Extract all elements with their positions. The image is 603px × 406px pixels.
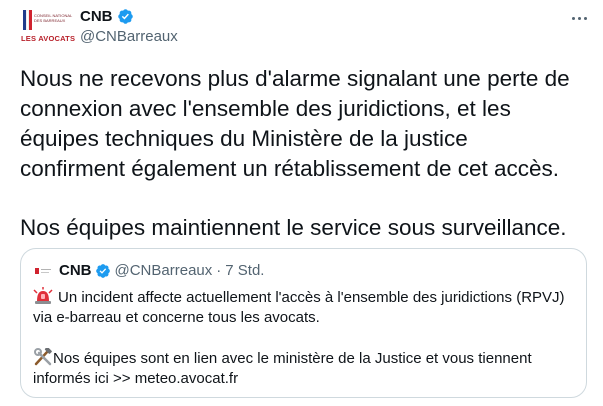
avatar-brand: LES AVOCATS — [21, 34, 76, 43]
quoted-tweet-header: CNB @CNBarreaux · 7 Std. — [33, 262, 264, 279]
quoted-avatar — [33, 264, 53, 278]
quoted-text-line: Un incident affecte actuellement l'accès… — [33, 287, 578, 308]
quoted-timestamp[interactable]: 7 Std. — [225, 262, 264, 279]
tweet-text-line: Nos équipes maintiennent le service sous… — [20, 215, 567, 240]
quoted-tweet[interactable]: CNB @CNBarreaux · 7 Std. Un incident aff… — [20, 248, 587, 398]
avatar[interactable]: CONSEIL NATIONAL DES BARREAUX LES AVOCAT… — [20, 10, 76, 46]
display-name[interactable]: CNB — [80, 8, 113, 25]
rotating-light-icon — [33, 287, 53, 304]
tweet-text-line: Nous ne recevons plus d'alarme signalant… — [20, 66, 570, 91]
separator-dot: · — [216, 262, 222, 279]
quoted-text-line: informés ici >> meteo.avocat.fr — [33, 370, 239, 387]
tweet-text-line: équipes techniques du Ministère de la ju… — [20, 126, 468, 151]
author-handle[interactable]: @CNBarreaux — [80, 28, 178, 45]
more-options-icon[interactable] — [567, 6, 591, 30]
verified-badge-icon — [95, 263, 110, 278]
tweet-text: Nous ne recevons plus d'alarme signalant… — [20, 64, 590, 243]
quoted-text-line: via e-barreau et concerne tous les avoca… — [33, 309, 320, 326]
avatar-org-text: CONSEIL NATIONAL DES BARREAUX — [34, 13, 73, 23]
tweet-text-line: connexion avec l'ensemble des juridictio… — [20, 96, 511, 121]
tweet-text-line: confirment également un rétablissement d… — [20, 156, 560, 181]
quoted-handle: @CNBarreaux — [114, 262, 213, 279]
quoted-text-line: Nos équipes sont en lien avec le ministè… — [33, 348, 578, 369]
quoted-tweet-text: Un incident affecte actuellement l'accès… — [33, 287, 578, 389]
flag-icon — [23, 10, 32, 30]
quoted-display-name: CNB — [59, 262, 92, 279]
hammer-and-wrench-icon — [34, 348, 52, 366]
author-name-row: CNB — [80, 8, 134, 25]
verified-badge-icon — [117, 9, 133, 24]
tweet: CONSEIL NATIONAL DES BARREAUX LES AVOCAT… — [0, 0, 603, 406]
